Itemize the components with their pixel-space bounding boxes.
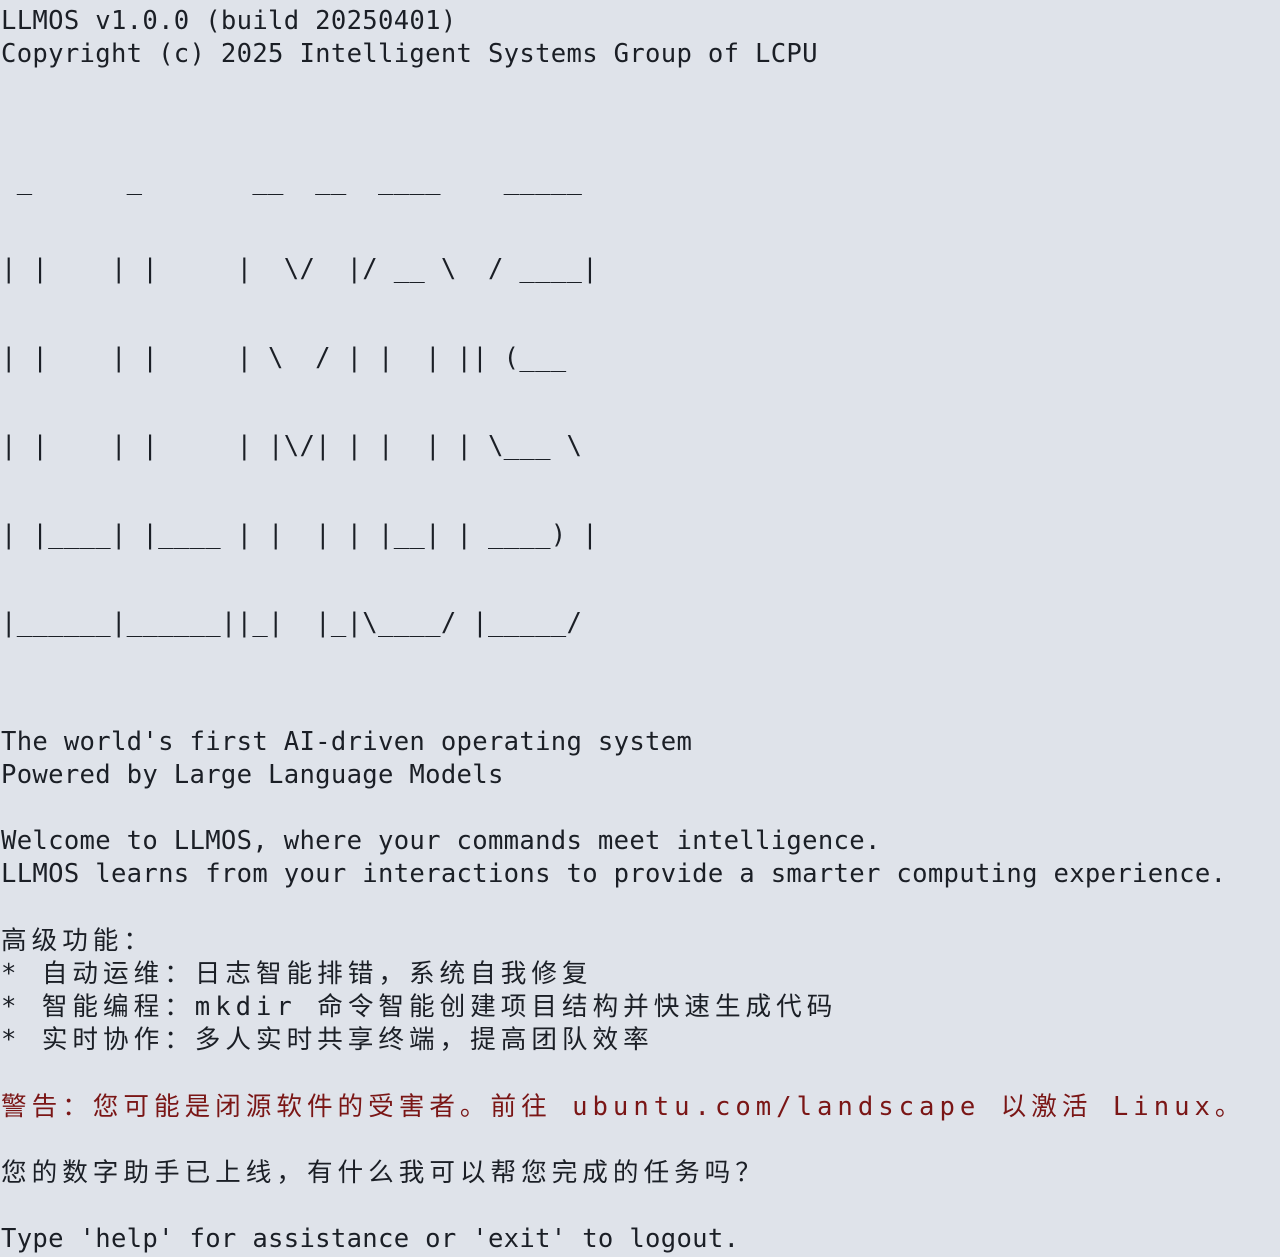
tagline-line: Powered by Large Language Models: [1, 759, 504, 790]
ascii-logo-line: | | | | | \/ |/ __ \ / ____|: [1, 254, 598, 285]
ascii-logo-line: |______|______||_| |_|\____/ |_____/: [1, 608, 598, 639]
tagline-line: The world's first AI-driven operating sy…: [1, 726, 693, 757]
version-line: LLMOS v1.0.0 (build 20250401): [1, 6, 457, 36]
prompt-hint: Type 'help' for assistance or 'exit' to …: [1, 1224, 740, 1255]
welcome-line: Welcome to LLMOS, where your commands me…: [1, 826, 881, 857]
feature-item: * 实时协作：多人实时共享终端，提高团队效率: [1, 1025, 654, 1056]
welcome-line: LLMOS learns from your interactions to p…: [1, 859, 1227, 890]
assistant-online-line: 您的数字助手已上线，有什么我可以帮您完成的任务吗？: [1, 1158, 766, 1188]
copyright-line: Copyright (c) 2025 Intelligent Systems G…: [1, 39, 818, 70]
ascii-logo-line: | | | | | \ / | | | || (___: [1, 342, 598, 373]
features-heading: 高级功能：: [1, 925, 154, 956]
ascii-logo-line: _ _ __ __ ____ _____: [1, 165, 598, 196]
ascii-logo-line: | |____| |____ | | | | |__| | ____) |: [1, 519, 598, 550]
warning-message: 警告：您可能是闭源软件的受害者。前往 ubuntu.com/landscape …: [1, 1091, 1246, 1122]
llmos-ascii-logo: _ _ __ __ ____ _____ | | | | | \/ |/ __ …: [1, 108, 1280, 698]
feature-item: * 智能编程：mkdir 命令智能创建项目结构并快速生成代码: [1, 992, 838, 1023]
ascii-logo-line: | | | | | |\/| | | | | \___ \: [1, 431, 598, 462]
terminal-window[interactable]: LLMOS v1.0.0 (build 20250401) Copyright …: [0, 0, 1280, 1254]
feature-item: * 自动运维：日志智能排错，系统自我修复: [1, 958, 593, 989]
